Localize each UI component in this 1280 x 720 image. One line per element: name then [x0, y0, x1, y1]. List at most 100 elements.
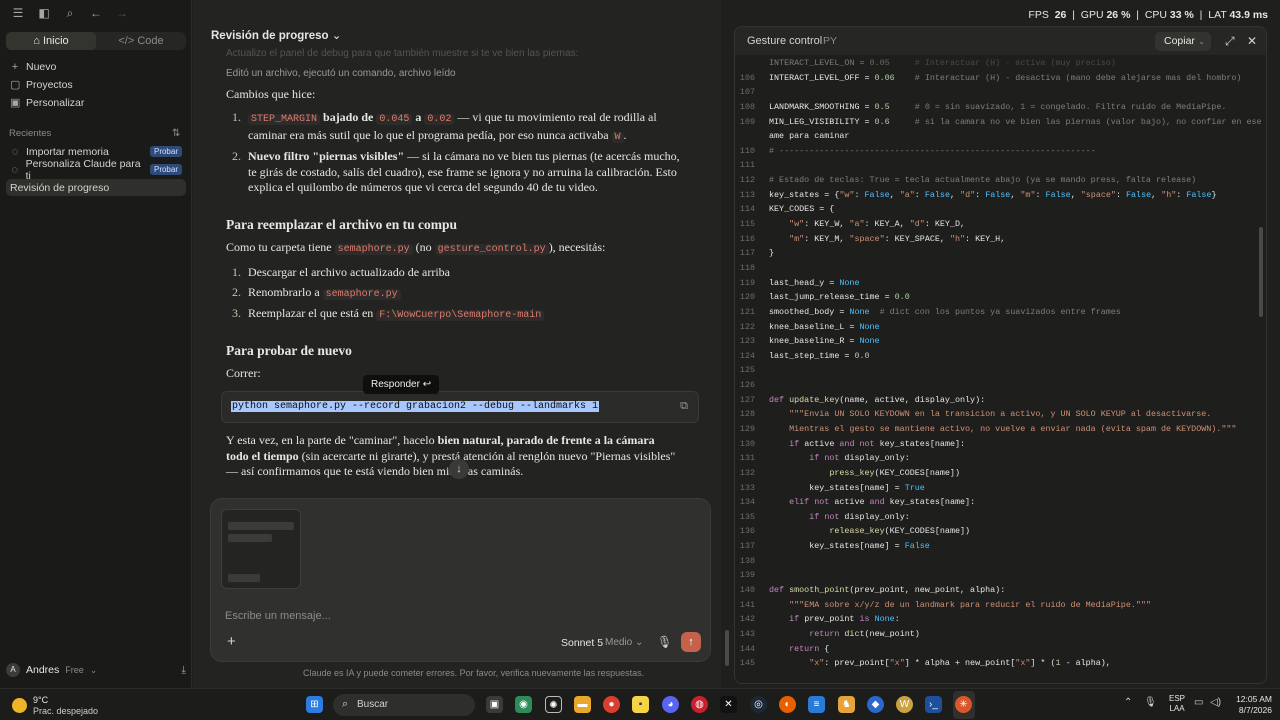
recent-item-active[interactable]: Revisión de progreso [6, 179, 186, 196]
microphone-tray-icon[interactable]: 🎙 [1144, 697, 1157, 708]
sidebar-item-personalizar[interactable]: ▣ Personalizar [6, 94, 186, 111]
line-number: 138 [739, 555, 755, 566]
taskbar: 9°C Prac. despejado ⊞ ⌕ Buscar ▣ ◉ ✺ ▬ ●… [0, 688, 1280, 720]
menu-icon[interactable]: ☰ [8, 4, 28, 22]
text: Reemplazar el que está en [248, 306, 374, 320]
add-attachment-icon[interactable]: + [227, 633, 236, 650]
powershell-icon[interactable]: ›_ [925, 696, 942, 713]
task-view-icon[interactable]: ▣ [486, 696, 503, 713]
network-icon[interactable]: ▭ [1194, 697, 1203, 708]
conversation-title[interactable]: Revisión de progreso ⌄ [211, 28, 341, 42]
chevron-up-icon[interactable]: ⌃ [1124, 697, 1132, 708]
microphone-icon[interactable]: 🎙 [657, 635, 672, 649]
close-icon[interactable]: ✕ [1247, 34, 1257, 48]
text: Descargar el archivo actualizado de arri… [248, 265, 450, 279]
copy-label: Copiar [1164, 35, 1195, 47]
file-explorer-icon[interactable]: ▬ [574, 696, 591, 713]
code-line: 134 elif not active and key_states[name]… [735, 497, 1266, 507]
line-number: 139 [739, 570, 755, 581]
copy-icon[interactable]: ⧉ [680, 400, 688, 413]
run-label: Correr: [226, 366, 261, 380]
send-button[interactable]: ↑ [681, 632, 701, 652]
claude-icon[interactable]: ✳ [955, 696, 972, 713]
sidebar-toggle-icon[interactable]: ◧ [34, 4, 54, 22]
game-icon[interactable]: ♞ [838, 696, 855, 713]
line-number: 120 [739, 292, 755, 303]
code-line: 137 key_states[name] = False [735, 541, 1266, 551]
changes-list: 1. STEP_MARGIN bajado de 0.045 a 0.02 — … [226, 110, 682, 200]
sidebar-item-nuevo[interactable]: + Nuevo [6, 58, 186, 75]
code-viewer[interactable]: INTERACT_LEVEL_ON = 0.05 # Interactuar (… [735, 55, 1266, 683]
language-code: ESP [1169, 694, 1186, 703]
date: 8/7/2026 [1238, 705, 1272, 715]
wow-icon[interactable]: W [896, 696, 913, 713]
tab-code[interactable]: </> Code [96, 32, 186, 50]
chevron-down-icon[interactable]: ⌄ [1198, 32, 1205, 51]
attachment-thumbnail[interactable] [221, 509, 301, 589]
effort-selector[interactable]: Medio ⌄ [605, 637, 643, 648]
user-menu[interactable]: A Andres Free ⌄ ⤓ [6, 660, 186, 680]
app-icon[interactable]: ◆ [867, 696, 884, 713]
tab-inicio[interactable]: ⌂ Inicio [6, 32, 96, 50]
scrollbar[interactable] [725, 630, 729, 666]
line-number: 112 [739, 175, 755, 186]
search-icon[interactable]: ⌕ [60, 4, 80, 22]
filter-icon[interactable]: ⇅ [172, 128, 180, 139]
plus-icon: + [11, 60, 19, 73]
clock[interactable]: 12:05 AM 8/7/2026 [1232, 694, 1272, 716]
code-text: press_key(KEY_CODES[name]) [829, 467, 960, 478]
copy-button[interactable]: Copiar ⌄ [1155, 32, 1211, 51]
start-icon[interactable]: ⊞ [306, 696, 323, 713]
code-text: Mientras el gesto se mantiene activo, no… [769, 424, 1237, 434]
list-number: 1. [232, 265, 241, 279]
back-arrow-icon[interactable]: ← [86, 4, 106, 22]
firefox-icon[interactable]: ◐ [779, 696, 796, 713]
code-text: """Envia UN SOLO KEYDOWN en la transicio… [769, 409, 1212, 420]
customize-icon: ▣ [10, 97, 21, 109]
chat-area: Revisión de progreso ⌄ Actualizo el pane… [193, 0, 729, 688]
reply-tooltip[interactable]: Responder ↩ [363, 375, 440, 394]
tool-use-summary[interactable]: Editó un archivo, ejecutó un comando, ar… [226, 66, 676, 82]
line-number: 137 [739, 541, 755, 552]
try-badge[interactable]: Probar [149, 146, 182, 157]
code-line: 126 [735, 380, 1266, 390]
line-number: 124 [739, 350, 755, 361]
line-number: 133 [739, 482, 755, 493]
taskbar-search[interactable]: ⌕ Buscar [333, 694, 475, 716]
scrollbar[interactable] [1259, 227, 1263, 317]
scroll-down-button[interactable]: ↓ [449, 459, 469, 479]
code-text: """EMA sobre x/y/z de un landmark para r… [769, 599, 1151, 610]
widgets-icon[interactable]: ◉ [515, 696, 532, 713]
download-icon[interactable]: ⤓ [181, 664, 186, 677]
sidebar-item-proyectos[interactable]: ▢ Proyectos [6, 76, 186, 93]
text: Y esta vez, en la parte de "caminar", ha… [226, 433, 435, 447]
volume-icon[interactable]: ◁) [1210, 697, 1221, 708]
sticky-notes-icon[interactable]: ▪ [632, 696, 649, 713]
line-number: 117 [739, 248, 755, 259]
capcut-icon[interactable]: ✕ [720, 696, 737, 713]
code-line: 132 press_key(KEY_CODES[name]) [735, 468, 1266, 478]
code-text: } [769, 248, 775, 259]
app-icon[interactable]: ◍ [691, 696, 708, 713]
forward-arrow-icon[interactable]: → [112, 4, 132, 22]
code-line: 114 KEY_CODES = { [735, 204, 1266, 214]
model-selector[interactable]: Sonnet 5 [561, 637, 603, 649]
command-text[interactable]: python semaphore.py --record grabacion2 … [231, 401, 600, 412]
recent-item[interactable]: ◌ Personaliza Claude para ti Probar [6, 158, 186, 182]
try-badge[interactable]: Probar [149, 164, 182, 175]
steam-icon[interactable]: ◎ [750, 696, 767, 713]
code-text: "m": KEY_M, "space": KEY_SPACE, "h": KEY… [789, 233, 1006, 244]
notepad-icon[interactable]: ≡ [808, 696, 825, 713]
chatgpt-icon[interactable]: ✺ [545, 696, 562, 713]
code-line: 133 key_states[name] = True [735, 483, 1266, 493]
chrome-icon[interactable]: ● [603, 696, 620, 713]
code-text: ame para caminar [769, 131, 850, 142]
code-text: key_states = {"w": False, "a": False, "d… [769, 189, 1217, 200]
line-number: 131 [739, 453, 755, 464]
discord-icon[interactable]: ◕ [662, 696, 679, 713]
expand-icon[interactable]: ⤢ [1225, 34, 1235, 49]
code-line: 141 """EMA sobre x/y/z de un landmark pa… [735, 600, 1266, 610]
language-indicator[interactable]: ESP LAA [1169, 694, 1185, 714]
message-input[interactable]: Escribe un mensaje... [225, 610, 331, 622]
code-text: LANDMARK_SMOOTHING = 0.5 # 0 = sin suavi… [769, 101, 1227, 112]
